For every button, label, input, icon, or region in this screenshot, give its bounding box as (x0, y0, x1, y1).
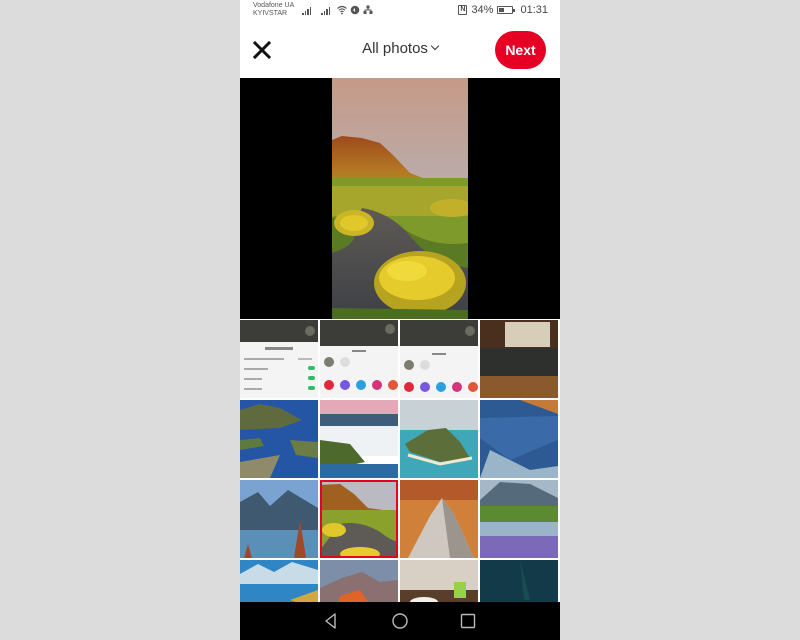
navigation-bar (240, 602, 560, 640)
recents-icon[interactable] (459, 612, 477, 630)
status-bar: Vodafone UA KYIVSTAR N 34% 01:31 (240, 0, 560, 22)
photo-tile[interactable] (400, 400, 478, 478)
chevron-down-icon (430, 41, 440, 51)
signal-icon (321, 6, 330, 15)
preview-image (332, 78, 468, 319)
photo-tile-selected[interactable] (320, 480, 398, 558)
vpn-icon (363, 5, 373, 14)
photo-tile[interactable] (320, 320, 398, 398)
photo-tile[interactable] (400, 480, 478, 558)
photo-tile[interactable] (240, 560, 318, 602)
photo-tile[interactable] (320, 400, 398, 478)
carrier-1: Vodafone UA (253, 2, 295, 9)
photo-tile[interactable] (240, 480, 318, 558)
next-button[interactable]: Next (495, 31, 546, 69)
photo-tile[interactable] (400, 320, 478, 398)
battery-percent: 34% (471, 4, 494, 16)
header: All photos Next (240, 22, 560, 78)
clock: 01:31 (520, 4, 548, 16)
photo-tile[interactable] (480, 400, 558, 478)
battery-icon (497, 6, 516, 14)
photo-preview (240, 78, 560, 319)
battery-level (499, 8, 504, 12)
photo-tile[interactable] (320, 560, 398, 602)
photo-tile[interactable] (240, 320, 318, 398)
sync-icon (350, 5, 360, 15)
photo-tile[interactable] (240, 400, 318, 478)
signal-icon (302, 6, 311, 15)
wifi-icon (337, 5, 347, 15)
nfc-icon: N (458, 5, 468, 15)
home-icon[interactable] (391, 612, 409, 630)
photo-tile[interactable] (480, 560, 558, 602)
phone-screen: Vodafone UA KYIVSTAR N 34% 01:31 All pho… (240, 0, 560, 640)
photo-tile[interactable] (480, 320, 558, 398)
status-right: N 34% 01:31 (458, 4, 548, 16)
photo-grid (240, 319, 560, 602)
photo-tile[interactable] (480, 480, 558, 558)
carrier-info: Vodafone UA KYIVSTAR (253, 2, 294, 18)
photo-tile[interactable] (400, 560, 478, 602)
album-label: All photos (362, 40, 428, 57)
carrier-2: KYIVSTAR (253, 10, 288, 17)
back-icon[interactable] (322, 612, 340, 630)
